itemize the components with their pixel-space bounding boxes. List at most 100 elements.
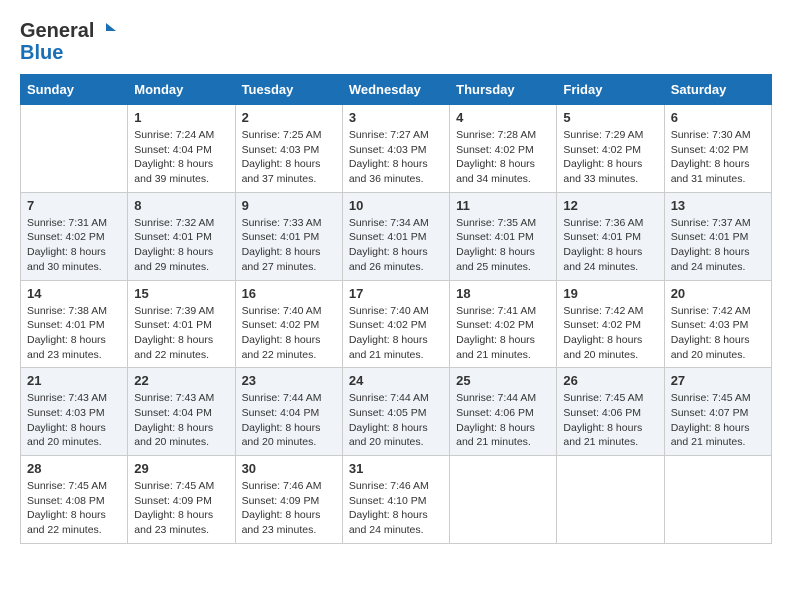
day-number: 16 xyxy=(242,286,336,301)
logo-bird-icon xyxy=(96,21,116,41)
day-number: 17 xyxy=(349,286,443,301)
calendar-day-cell xyxy=(21,105,128,193)
calendar-day-cell: 10 Sunrise: 7:34 AM Sunset: 4:01 PM Dayli… xyxy=(342,192,449,280)
calendar-day-cell: 4Sunrise: 7:28 AM Sunset: 4:02 PM Daylig… xyxy=(450,105,557,193)
day-info: Sunrise: 7:31 AM Sunset: 4:02 PM Dayligh… xyxy=(27,216,121,275)
day-info: Sunrise: 7:45 AM Sunset: 4:07 PM Dayligh… xyxy=(671,391,765,450)
day-number: 8 xyxy=(134,198,228,213)
day-number: 30 xyxy=(242,461,336,476)
day-number: 1 xyxy=(134,110,228,125)
day-number: 22 xyxy=(134,373,228,388)
logo-blue: Blue xyxy=(20,42,63,64)
day-number: 11 xyxy=(456,198,550,213)
calendar-day-cell xyxy=(450,456,557,544)
day-number: 3 xyxy=(349,110,443,125)
day-info: Sunrise: 7:42 AM Sunset: 4:03 PM Dayligh… xyxy=(671,304,765,363)
day-info: Sunrise: 7:35 AM Sunset: 4:01 PM Dayligh… xyxy=(456,216,550,275)
day-number: 5 xyxy=(563,110,657,125)
calendar-day-cell: 14 Sunrise: 7:38 AM Sunset: 4:01 PM Dayli… xyxy=(21,280,128,368)
day-info: Sunrise: 7:25 AM Sunset: 4:03 PM Dayligh… xyxy=(242,128,336,187)
calendar-day-cell: 1Sunrise: 7:24 AM Sunset: 4:04 PM Daylig… xyxy=(128,105,235,193)
calendar-day-cell: 27 Sunrise: 7:45 AM Sunset: 4:07 PM Dayli… xyxy=(664,368,771,456)
day-info: Sunrise: 7:45 AM Sunset: 4:06 PM Dayligh… xyxy=(563,391,657,450)
day-info: Sunrise: 7:36 AM Sunset: 4:01 PM Dayligh… xyxy=(563,216,657,275)
weekday-header-cell: Sunday xyxy=(21,75,128,105)
day-info: Sunrise: 7:37 AM Sunset: 4:01 PM Dayligh… xyxy=(671,216,765,275)
calendar-day-cell: 9 Sunrise: 7:33 AM Sunset: 4:01 PM Daylig… xyxy=(235,192,342,280)
day-number: 20 xyxy=(671,286,765,301)
day-info: Sunrise: 7:33 AM Sunset: 4:01 PM Dayligh… xyxy=(242,216,336,275)
day-info: Sunrise: 7:43 AM Sunset: 4:04 PM Dayligh… xyxy=(134,391,228,450)
calendar-day-cell: 22 Sunrise: 7:43 AM Sunset: 4:04 PM Dayli… xyxy=(128,368,235,456)
calendar-day-cell: 6Sunrise: 7:30 AM Sunset: 4:02 PM Daylig… xyxy=(664,105,771,193)
weekday-header-row: SundayMondayTuesdayWednesdayThursdayFrid… xyxy=(21,75,772,105)
calendar-day-cell: 21 Sunrise: 7:43 AM Sunset: 4:03 PM Dayli… xyxy=(21,368,128,456)
day-number: 14 xyxy=(27,286,121,301)
weekday-header-cell: Thursday xyxy=(450,75,557,105)
calendar-day-cell: 31 Sunrise: 7:46 AM Sunset: 4:10 PM Dayli… xyxy=(342,456,449,544)
day-info: Sunrise: 7:30 AM Sunset: 4:02 PM Dayligh… xyxy=(671,128,765,187)
day-number: 10 xyxy=(349,198,443,213)
day-number: 24 xyxy=(349,373,443,388)
weekday-header-cell: Monday xyxy=(128,75,235,105)
day-number: 7 xyxy=(27,198,121,213)
calendar-day-cell: 28 Sunrise: 7:45 AM Sunset: 4:08 PM Dayli… xyxy=(21,456,128,544)
calendar-day-cell: 11 Sunrise: 7:35 AM Sunset: 4:01 PM Dayli… xyxy=(450,192,557,280)
day-number: 18 xyxy=(456,286,550,301)
day-number: 2 xyxy=(242,110,336,125)
calendar-day-cell: 18 Sunrise: 7:41 AM Sunset: 4:02 PM Dayli… xyxy=(450,280,557,368)
calendar-day-cell: 7 Sunrise: 7:31 AM Sunset: 4:02 PM Daylig… xyxy=(21,192,128,280)
calendar-day-cell: 3Sunrise: 7:27 AM Sunset: 4:03 PM Daylig… xyxy=(342,105,449,193)
day-number: 28 xyxy=(27,461,121,476)
day-number: 23 xyxy=(242,373,336,388)
page-header: General Blue xyxy=(20,20,772,64)
calendar-day-cell: 24 Sunrise: 7:44 AM Sunset: 4:05 PM Dayli… xyxy=(342,368,449,456)
day-number: 9 xyxy=(242,198,336,213)
day-number: 26 xyxy=(563,373,657,388)
calendar-day-cell: 16Sunrise: 7:40 AM Sunset: 4:02 PM Dayli… xyxy=(235,280,342,368)
weekday-header-cell: Friday xyxy=(557,75,664,105)
day-number: 27 xyxy=(671,373,765,388)
calendar-week-row: 7 Sunrise: 7:31 AM Sunset: 4:02 PM Daylig… xyxy=(21,192,772,280)
day-number: 31 xyxy=(349,461,443,476)
calendar-week-row: 1Sunrise: 7:24 AM Sunset: 4:04 PM Daylig… xyxy=(21,105,772,193)
day-info: Sunrise: 7:45 AM Sunset: 4:08 PM Dayligh… xyxy=(27,479,121,538)
calendar-day-cell xyxy=(557,456,664,544)
day-info: Sunrise: 7:44 AM Sunset: 4:05 PM Dayligh… xyxy=(349,391,443,450)
calendar-day-cell: 25 Sunrise: 7:44 AM Sunset: 4:06 PM Dayli… xyxy=(450,368,557,456)
weekday-header-cell: Saturday xyxy=(664,75,771,105)
day-info: Sunrise: 7:43 AM Sunset: 4:03 PM Dayligh… xyxy=(27,391,121,450)
day-info: Sunrise: 7:28 AM Sunset: 4:02 PM Dayligh… xyxy=(456,128,550,187)
calendar-week-row: 14 Sunrise: 7:38 AM Sunset: 4:01 PM Dayli… xyxy=(21,280,772,368)
calendar-day-cell: 17Sunrise: 7:40 AM Sunset: 4:02 PM Dayli… xyxy=(342,280,449,368)
calendar-week-row: 28 Sunrise: 7:45 AM Sunset: 4:08 PM Dayli… xyxy=(21,456,772,544)
day-info: Sunrise: 7:41 AM Sunset: 4:02 PM Dayligh… xyxy=(456,304,550,363)
weekday-header-cell: Wednesday xyxy=(342,75,449,105)
day-info: Sunrise: 7:34 AM Sunset: 4:01 PM Dayligh… xyxy=(349,216,443,275)
day-number: 19 xyxy=(563,286,657,301)
weekday-header-cell: Tuesday xyxy=(235,75,342,105)
day-number: 21 xyxy=(27,373,121,388)
day-number: 29 xyxy=(134,461,228,476)
calendar-day-cell: 23 Sunrise: 7:44 AM Sunset: 4:04 PM Dayli… xyxy=(235,368,342,456)
day-info: Sunrise: 7:45 AM Sunset: 4:09 PM Dayligh… xyxy=(134,479,228,538)
logo-container: General Blue xyxy=(20,20,116,64)
day-info: Sunrise: 7:44 AM Sunset: 4:06 PM Dayligh… xyxy=(456,391,550,450)
day-number: 25 xyxy=(456,373,550,388)
calendar-day-cell: 12 Sunrise: 7:36 AM Sunset: 4:01 PM Dayli… xyxy=(557,192,664,280)
day-number: 13 xyxy=(671,198,765,213)
day-number: 12 xyxy=(563,198,657,213)
logo-general: General xyxy=(20,20,94,42)
calendar-day-cell: 19 Sunrise: 7:42 AM Sunset: 4:02 PM Dayli… xyxy=(557,280,664,368)
calendar-day-cell: 29 Sunrise: 7:45 AM Sunset: 4:09 PM Dayli… xyxy=(128,456,235,544)
day-info: Sunrise: 7:44 AM Sunset: 4:04 PM Dayligh… xyxy=(242,391,336,450)
logo: General Blue xyxy=(20,20,116,64)
calendar-day-cell: 15Sunrise: 7:39 AM Sunset: 4:01 PM Dayli… xyxy=(128,280,235,368)
day-info: Sunrise: 7:38 AM Sunset: 4:01 PM Dayligh… xyxy=(27,304,121,363)
day-info: Sunrise: 7:42 AM Sunset: 4:02 PM Dayligh… xyxy=(563,304,657,363)
calendar-table: SundayMondayTuesdayWednesdayThursdayFrid… xyxy=(20,74,772,544)
day-info: Sunrise: 7:29 AM Sunset: 4:02 PM Dayligh… xyxy=(563,128,657,187)
calendar-day-cell: 8Sunrise: 7:32 AM Sunset: 4:01 PM Daylig… xyxy=(128,192,235,280)
calendar-day-cell: 30Sunrise: 7:46 AM Sunset: 4:09 PM Dayli… xyxy=(235,456,342,544)
day-info: Sunrise: 7:46 AM Sunset: 4:10 PM Dayligh… xyxy=(349,479,443,538)
